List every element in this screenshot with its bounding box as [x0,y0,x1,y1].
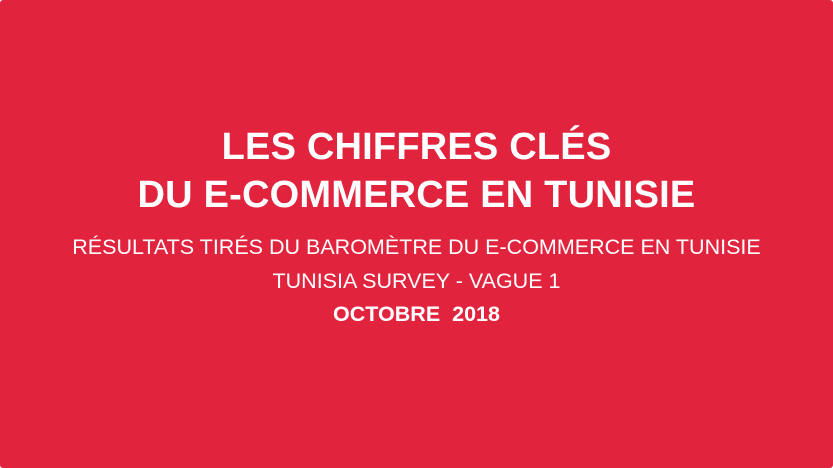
title-slide: LES CHIFFRES CLÉS DU E-COMMERCE EN TUNIS… [0,0,833,468]
date-label: OCTOBRE 2018 [333,302,500,326]
subtitle-line-1: RÉSULTATS TIRÉS DU BAROMÈTRE DU E-COMMER… [72,235,761,259]
title-line-1: LES CHIFFRES CLÉS [221,126,612,168]
title-line-2: DU E-COMMERCE EN TUNISIE [137,174,696,216]
subtitle-line-2: TUNISIA SURVEY - VAGUE 1 [272,269,561,293]
